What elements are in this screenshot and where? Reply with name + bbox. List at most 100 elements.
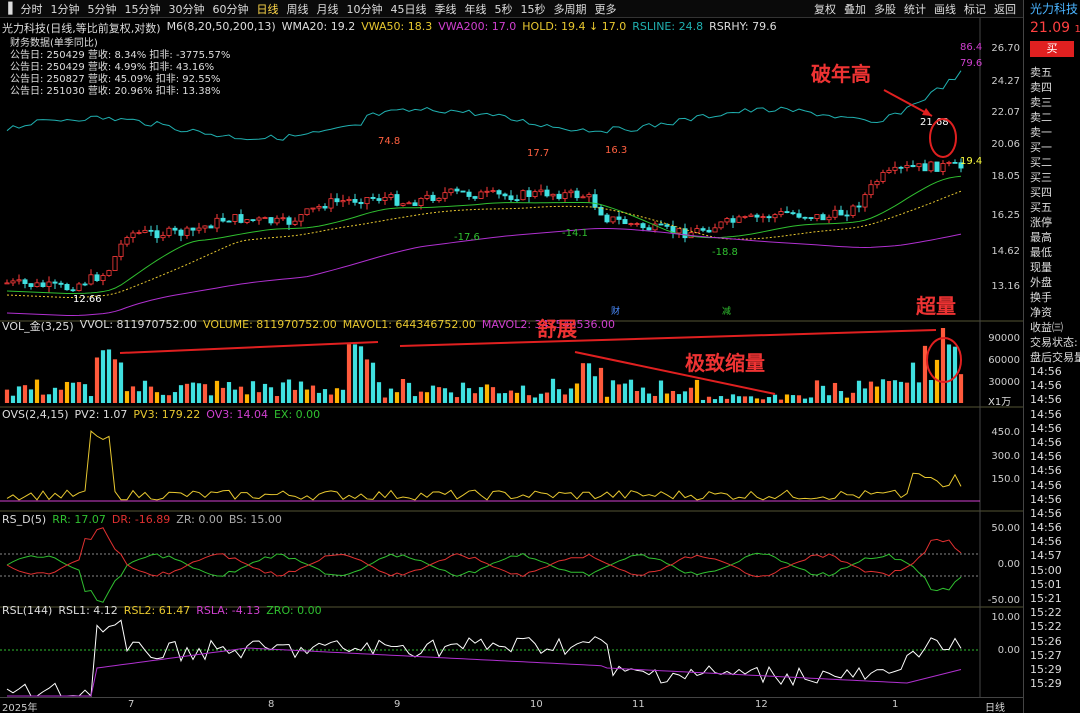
period-tab-10[interactable]: 45日线 [386,1,430,17]
volume-bar [790,395,796,403]
period-tab-1[interactable]: 1分钟 [46,1,83,17]
candle-body [490,190,496,192]
volume-bar [466,388,472,403]
candle-body [280,217,286,220]
volume-bar [388,388,394,403]
volume-bar [472,393,478,403]
volume-bar [142,380,148,403]
quote-row: 现量 [1030,261,1052,274]
period-tab-9[interactable]: 10分钟 [342,1,386,17]
tool-button-5[interactable]: 标记 [960,1,990,17]
candle-body [436,197,442,201]
volume-bar [568,388,574,403]
rsd-legend-item: ZR: 0.00 [176,513,223,526]
candle-body [82,283,88,286]
period-tab-5[interactable]: 60分钟 [208,1,252,17]
period-tab-15[interactable]: 多周期 [549,1,590,17]
ma-purple-line [6,227,962,317]
volume-bar [4,389,10,403]
volume-bar [604,396,610,403]
volume-bar [640,387,646,403]
period-tab-11[interactable]: 季线 [430,1,460,17]
tool-button-0[interactable]: 复权 [810,1,840,17]
volume-bar [730,394,736,403]
chart-canvas[interactable]: 74.817.7 16.3-17.6 -14.1-18.821.6819.412.6… [0,18,1023,698]
candle-body [136,232,142,234]
candle-body [232,214,238,222]
period-tab-6[interactable]: 日线 [252,1,282,17]
candle-body [640,223,646,229]
volume-bar [532,397,538,403]
period-tab-7[interactable]: 周线 [282,1,312,17]
volume-bar [886,380,892,403]
tick-time: 14:56 [1030,407,1062,421]
rsd-legend-item: RS_D(5) [2,513,47,526]
candle-body [10,280,16,284]
candle-body [448,188,454,194]
candle-body [400,203,406,206]
x-axis-label: 10 [530,699,543,710]
period-tab-8[interactable]: 月线 [312,1,342,17]
period-tab-0[interactable]: 分时 [16,1,46,17]
quote-row: 买一 [1030,141,1052,154]
candle-body [88,274,94,285]
candle-body [676,228,682,234]
rsd-axis-label: 50.00 [991,523,1020,534]
marker-reduce[interactable]: 减 [722,304,731,317]
volume-legend-item: VVOL: 811970752.00 [79,318,198,331]
period-tab-2[interactable]: 5分钟 [83,1,120,17]
volume-bar [724,398,730,403]
period-tab-4[interactable]: 30分钟 [164,1,208,17]
volume-bar [316,392,322,403]
tick-time: 14:56 [1030,478,1062,492]
candle-body [202,225,208,229]
candle-body [610,216,616,223]
volume-bar [268,387,274,403]
tool-button-4[interactable]: 画线 [930,1,960,17]
volume-legend-item: MAVOL1: 644346752.00 [342,318,476,331]
candle-body [118,243,124,257]
candle-body [190,227,196,231]
tool-button-6[interactable]: 返回 [990,1,1020,17]
volume-bar [22,385,28,403]
candle-body [160,235,166,239]
period-tab-12[interactable]: 年线 [460,1,490,17]
candle-body [826,216,832,221]
ovs-axis-label: 150.0 [991,474,1020,485]
volume-bar [550,378,556,403]
candle-body [106,270,112,276]
candle-body [274,217,280,224]
candle-body [568,190,574,194]
volume-bar [958,374,964,403]
volume-bar [172,392,178,403]
marker-financial[interactable]: 财 [611,304,620,317]
candle-body [832,209,838,218]
candle-body [532,191,538,197]
quote-row: 卖一 [1030,126,1052,139]
buy-button[interactable]: 买 [1030,41,1074,57]
tool-button-3[interactable]: 统计 [900,1,930,17]
volume-bar [946,344,952,403]
volume-bar [802,398,808,403]
menu-icon[interactable]: ▐ [0,2,16,15]
rsl1-line [6,619,962,698]
tool-button-2[interactable]: 多股 [870,1,900,17]
candle-body [412,202,418,206]
candle-body [592,194,598,208]
period-tab-16[interactable]: 更多 [590,1,620,17]
bottom-period-label[interactable]: 日线 [985,699,1005,713]
tick-time: 14:57 [1030,549,1062,563]
volume-bar [226,382,232,403]
volume-axis-label: 60000 [988,355,1020,366]
period-tab-3[interactable]: 15分钟 [120,1,164,17]
period-tab-14[interactable]: 15秒 [516,1,549,17]
tool-button-1[interactable]: 叠加 [840,1,870,17]
candle-body [394,194,400,206]
rsl-legend-item: RSL(144) [2,604,53,617]
volume-bar [622,383,628,403]
volume-bar [682,391,688,403]
candle-body [238,214,244,223]
annotation-extreme-shrink: 极致缩量 [685,351,765,375]
candle-body [766,216,772,219]
period-tab-13[interactable]: 5秒 [490,1,516,17]
